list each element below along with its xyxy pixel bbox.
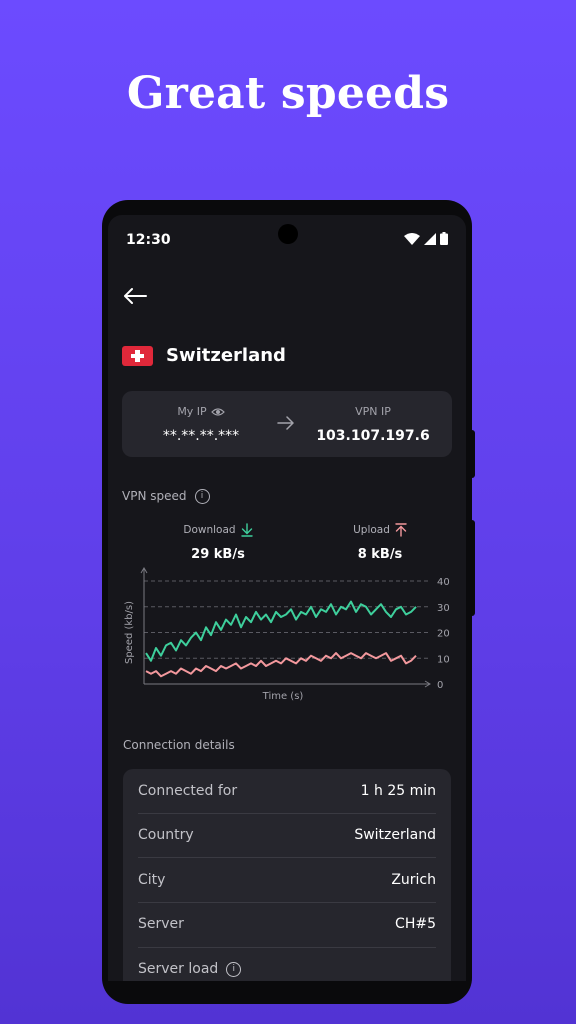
- download-arrow-icon: [240, 523, 253, 537]
- eye-icon[interactable]: [210, 407, 225, 417]
- connection-details-card: Connected for 1 h 25 min Country Switzer…: [123, 769, 451, 981]
- power-button: [471, 520, 475, 616]
- my-ip-block: My IP **.**.**.***: [136, 405, 266, 444]
- detail-row-city: City Zurich: [123, 858, 451, 902]
- download-value: 29 kB/s: [191, 547, 245, 562]
- phone-screen: 12:30 Switzerland My IP **.**.**.*** VPN…: [108, 215, 466, 981]
- y-tick-label: 10: [437, 654, 450, 665]
- connection-details-heading: Connection details: [123, 738, 235, 752]
- camera-cutout: [278, 224, 298, 244]
- volume-button: [471, 430, 475, 478]
- y-axis-label: Speed (kb/s): [124, 601, 135, 664]
- detail-row-country: Country Switzerland: [123, 813, 451, 857]
- speed-chart: 0 10 20 30 40 Time (s) Speed (kb/s): [124, 567, 450, 702]
- vpn-ip-value: 103.107.197.6: [316, 428, 430, 444]
- detail-key: City: [138, 872, 166, 888]
- vpn-speed-heading: VPN speed i: [122, 489, 210, 504]
- detail-value: Switzerland: [354, 827, 436, 843]
- detail-value: 1 h 25 min: [360, 783, 436, 799]
- back-arrow-icon[interactable]: [122, 287, 148, 305]
- download-label: Download: [183, 524, 236, 536]
- y-tick-label: 30: [437, 603, 450, 614]
- wifi-icon: [404, 232, 420, 245]
- status-time: 12:30: [126, 232, 171, 248]
- detail-key: Country: [138, 827, 194, 843]
- x-axis-label: Time (s): [262, 691, 304, 702]
- swiss-flag-icon: [122, 346, 153, 366]
- server-load-label: Server load: [138, 961, 219, 977]
- status-icons: [404, 232, 448, 245]
- my-ip-value: **.**.**.***: [162, 428, 240, 444]
- series-line-download: [145, 600, 417, 662]
- detail-value: CH#5: [395, 916, 436, 932]
- arrow-right-icon: [277, 416, 294, 430]
- detail-row-server: Server CH#5: [123, 902, 451, 946]
- vpn-ip-block: VPN IP 103.107.197.6: [308, 405, 438, 444]
- ip-card: My IP **.**.**.*** VPN IP 103.107.197.6: [122, 391, 452, 457]
- upload-label: Upload: [353, 524, 390, 536]
- vpn-speed-label: VPN speed: [122, 489, 187, 503]
- upload-value: 8 kB/s: [357, 547, 403, 562]
- battery-icon: [440, 232, 448, 245]
- detail-row-server-load: Server load i: [123, 947, 451, 981]
- y-tick-label: 20: [437, 629, 450, 640]
- download-block: Download 29 kB/s: [158, 523, 278, 562]
- my-ip-label: My IP: [177, 405, 207, 418]
- detail-value: Zurich: [391, 872, 436, 888]
- upload-block: Upload 8 kB/s: [320, 523, 440, 562]
- location-title: Switzerland: [166, 345, 286, 366]
- detail-key: Connected for: [138, 783, 238, 799]
- detail-row-connected-for: Connected for 1 h 25 min: [123, 769, 451, 813]
- info-icon[interactable]: i: [194, 489, 210, 504]
- series-line-upload: [145, 652, 417, 678]
- headline: Great speeds: [126, 68, 450, 119]
- y-tick-label: 40: [437, 577, 450, 588]
- vpn-ip-label: VPN IP: [355, 405, 391, 418]
- y-tick-label: 0: [437, 680, 443, 691]
- upload-arrow-icon: [395, 523, 407, 537]
- info-icon[interactable]: i: [226, 961, 242, 977]
- detail-key: Server: [138, 916, 184, 932]
- detail-key: Server load i: [138, 961, 242, 977]
- signal-icon: [424, 232, 436, 245]
